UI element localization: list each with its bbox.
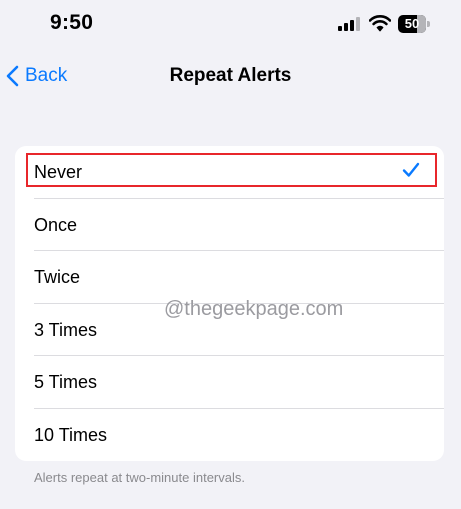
option-label: Once <box>34 214 78 235</box>
option-10-times[interactable]: 10 Times <box>15 409 444 461</box>
navigation-bar: Back Repeat Alerts <box>0 52 461 100</box>
option-twice[interactable]: Twice <box>15 251 444 304</box>
wifi-icon <box>369 15 391 32</box>
status-time: 9:50 <box>50 11 94 34</box>
battery-icon: 50 <box>398 15 426 33</box>
status-bar: 9:50 50 <box>0 0 461 48</box>
option-never[interactable]: Never <box>15 146 444 199</box>
cellular-signal-icon <box>338 17 362 31</box>
page-title: Repeat Alerts <box>169 65 292 86</box>
option-label: 5 Times <box>34 372 98 393</box>
battery-tip <box>427 21 430 27</box>
option-label: Twice <box>34 267 81 288</box>
footer-note: Alerts repeat at two-minute intervals. <box>34 470 245 485</box>
checkmark-icon <box>402 162 420 177</box>
watermark: @thegeekpage.com <box>164 298 344 320</box>
option-5-times[interactable]: 5 Times <box>15 356 444 409</box>
option-label: 3 Times <box>34 319 98 340</box>
option-once[interactable]: Once <box>15 199 444 252</box>
battery-level: 50 <box>404 16 420 31</box>
option-label: Never <box>34 162 83 182</box>
option-label: 10 Times <box>34 424 108 445</box>
